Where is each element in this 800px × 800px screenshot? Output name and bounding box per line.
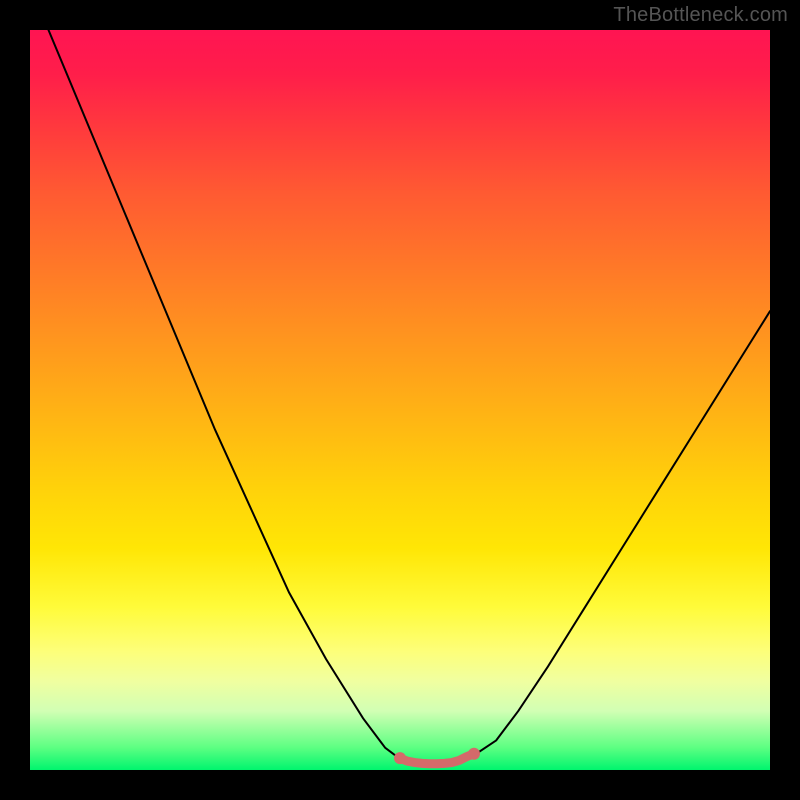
attribution-text: TheBottleneck.com bbox=[613, 4, 788, 27]
chart-plot-area bbox=[30, 30, 770, 770]
marker-endpoint bbox=[468, 748, 480, 760]
marker-endpoint bbox=[394, 752, 406, 764]
chart-svg bbox=[30, 30, 770, 770]
bottleneck-curve bbox=[30, 30, 770, 764]
optimal-zone-marker bbox=[400, 754, 474, 764]
